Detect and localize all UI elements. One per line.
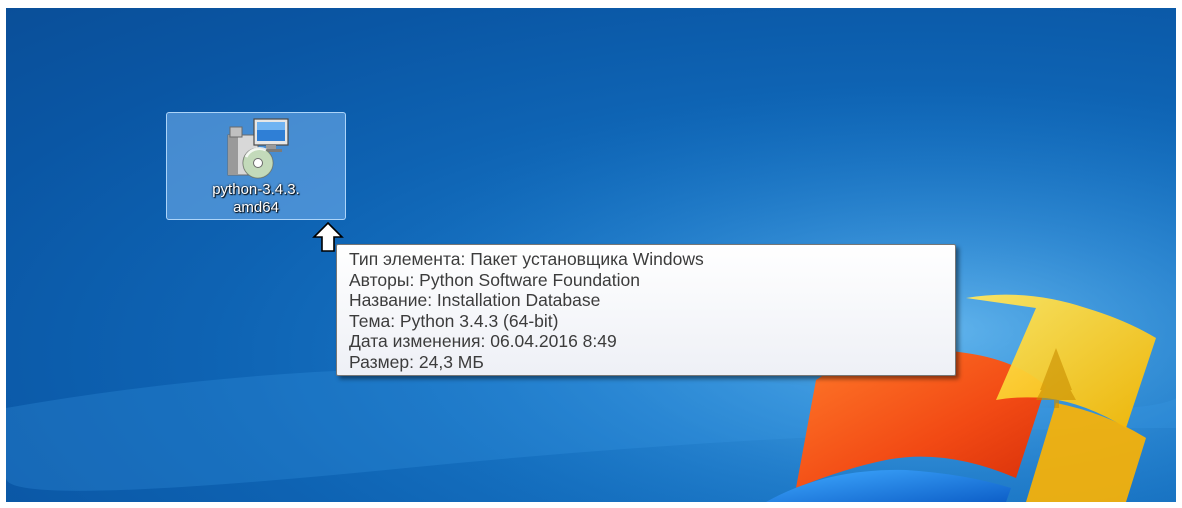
desktop: python-3.4.3. amd64 Тип элемента: Пакет … <box>6 8 1176 502</box>
tooltip-authors: Авторы: Python Software Foundation <box>349 269 641 290</box>
file-details-tooltip: Тип элемента: Пакет установщика Windows … <box>336 244 956 376</box>
desktop-icon-label-line2: amd64 <box>233 199 279 216</box>
desktop-icon-label: python-3.4.3. amd64 <box>212 181 300 217</box>
windows-installer-package-icon <box>227 118 289 179</box>
desktop-icon-python-installer[interactable]: python-3.4.3. amd64 <box>166 112 346 220</box>
tooltip-item-type: Тип элемента: Пакет установщика Windows <box>349 249 704 269</box>
tooltip-size: Размер: 24,3 МБ <box>349 351 484 372</box>
tooltip-date-modified: Дата изменения: 06.04.2016 8:49 <box>349 331 617 351</box>
desktop-icon-label-line1: python-3.4.3. <box>212 181 300 198</box>
tooltip-title: Название: Installation Database <box>349 290 601 310</box>
tooltip-subject: Тема: Python 3.4.3 (64-bit) <box>349 310 559 331</box>
